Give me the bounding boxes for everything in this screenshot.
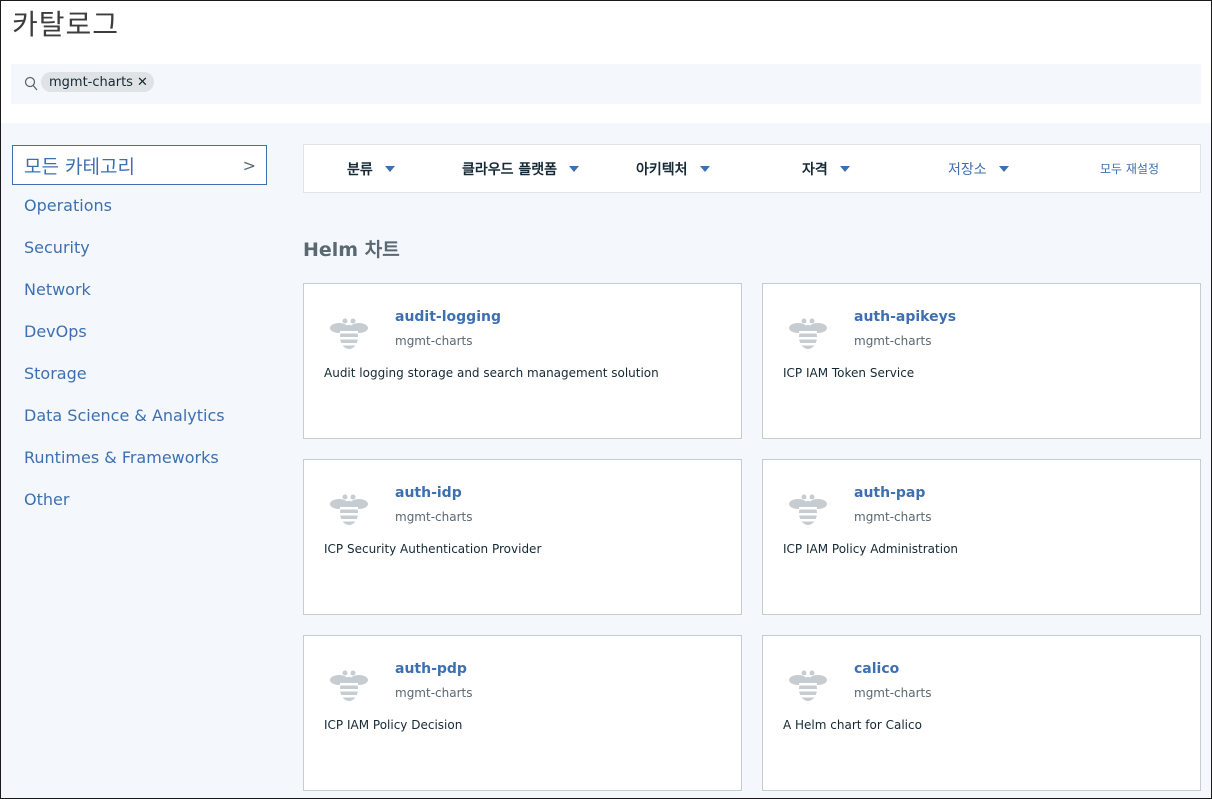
chart-card[interactable]: auth-pdp mgmt-charts ICP IAM Policy Deci… [303, 635, 742, 791]
sidebar-item-operations[interactable]: Operations [12, 185, 268, 227]
chart-description: ICP IAM Policy Administration [783, 542, 959, 556]
sidebar-item-data-science[interactable]: Data Science & Analytics [12, 395, 268, 437]
chart-name[interactable]: auth-pdp [395, 661, 467, 677]
section-title: Helm 차트 [303, 239, 400, 261]
bee-icon [786, 493, 830, 527]
filter-label: 클라우드 플랫폼 [462, 162, 558, 178]
filter-label: 저장소 [948, 162, 987, 178]
chart-repo: mgmt-charts [395, 510, 473, 524]
chart-card[interactable]: auth-pap mgmt-charts ICP IAM Policy Admi… [762, 459, 1201, 615]
sidebar-item-security[interactable]: Security [12, 227, 268, 269]
chart-card[interactable]: auth-idp mgmt-charts ICP Security Authen… [303, 459, 742, 615]
catalog-window: 카탈로그 mgmt-charts ✕ 모든 카테고리 > Operations … [0, 0, 1212, 799]
main-content: 모든 카테고리 > Operations Security Network De… [1, 123, 1211, 798]
caret-down-icon [998, 166, 1009, 172]
chart-description: Audit logging storage and search managem… [324, 366, 659, 380]
chart-name[interactable]: auth-idp [395, 485, 462, 501]
chart-description: ICP IAM Policy Decision [324, 718, 463, 732]
chart-card[interactable]: auth-apikeys mgmt-charts ICP IAM Token S… [762, 283, 1201, 439]
filter-classification-dropdown[interactable]: 분류 [347, 159, 395, 179]
filter-label: 아키텍처 [636, 162, 688, 178]
filter-label: 분류 [347, 162, 373, 178]
filter-repository-dropdown[interactable]: 저장소 [948, 159, 1009, 179]
bee-icon [327, 493, 371, 527]
search-icon [24, 76, 38, 92]
chart-name[interactable]: audit-logging [395, 309, 501, 325]
caret-down-icon [569, 166, 580, 172]
chart-repo: mgmt-charts [854, 334, 932, 348]
category-all-label: 모든 카테고리 [24, 155, 135, 178]
chart-description: ICP Security Authentication Provider [324, 542, 542, 556]
bee-icon [327, 669, 371, 703]
chevron-right-icon: > [242, 155, 256, 175]
chart-repo: mgmt-charts [854, 686, 932, 700]
bee-icon [786, 317, 830, 351]
bee-icon [327, 317, 371, 351]
caret-down-icon [384, 166, 395, 172]
chart-name[interactable]: calico [854, 661, 899, 677]
chart-card[interactable]: calico mgmt-charts A Helm chart for Cali… [762, 635, 1201, 791]
chart-name[interactable]: auth-pap [854, 485, 925, 501]
sidebar-item-devops[interactable]: DevOps [12, 311, 268, 353]
chart-name[interactable]: auth-apikeys [854, 309, 956, 325]
chart-repo: mgmt-charts [395, 334, 473, 348]
search-bar[interactable]: mgmt-charts ✕ [11, 64, 1201, 104]
caret-down-icon [839, 166, 850, 172]
filter-label: 자격 [802, 162, 828, 178]
chart-description: ICP IAM Token Service [783, 366, 915, 380]
sidebar-item-network[interactable]: Network [12, 269, 268, 311]
filter-cloud-platform-dropdown[interactable]: 클라우드 플랫폼 [462, 159, 580, 179]
filter-bar: 분류 클라우드 플랫폼 아키텍처 자격 저장소 모두 재설정 [303, 144, 1201, 193]
reset-all-link[interactable]: 모두 재설정 [1100, 160, 1159, 177]
bee-icon [786, 669, 830, 703]
sidebar-item-runtimes[interactable]: Runtimes & Frameworks [12, 437, 268, 479]
category-sidebar: 모든 카테고리 > Operations Security Network De… [12, 145, 268, 521]
chart-card[interactable]: audit-logging mgmt-charts Audit logging … [303, 283, 742, 439]
chart-repo: mgmt-charts [395, 686, 473, 700]
sidebar-item-other[interactable]: Other [12, 479, 268, 521]
filter-architecture-dropdown[interactable]: 아키텍처 [636, 159, 710, 179]
category-all-button[interactable]: 모든 카테고리 > [12, 145, 267, 185]
filter-entitlement-dropdown[interactable]: 자격 [802, 159, 850, 179]
header: 카탈로그 mgmt-charts ✕ [1, 1, 1211, 123]
filter-chip: mgmt-charts ✕ [41, 72, 154, 92]
caret-down-icon [699, 166, 710, 172]
close-icon[interactable]: ✕ [137, 75, 148, 90]
filter-chip-label: mgmt-charts [49, 74, 133, 90]
chart-description: A Helm chart for Calico [783, 718, 922, 732]
chart-repo: mgmt-charts [854, 510, 932, 524]
page-title: 카탈로그 [12, 8, 120, 41]
sidebar-item-storage[interactable]: Storage [12, 353, 268, 395]
